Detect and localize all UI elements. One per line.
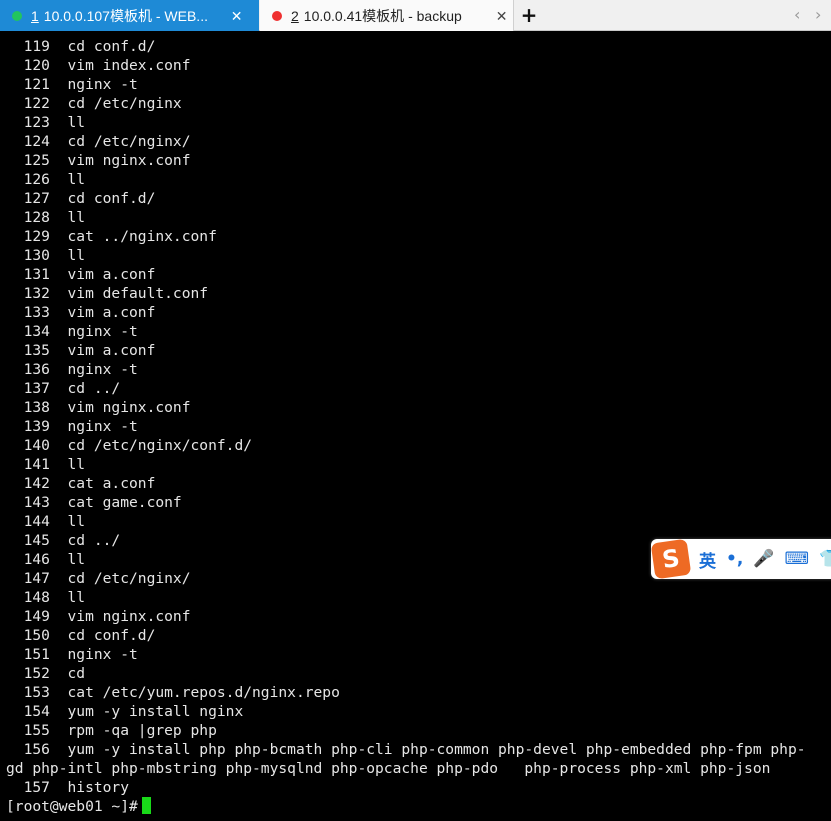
terminal-line: 125 vim nginx.conf [6,152,191,169]
terminal-line: 121 nginx -t [6,76,138,93]
terminal-line: 130 ll [6,247,86,264]
status-dot-icon [272,10,282,21]
terminal-line: 146 ll [6,551,86,568]
terminal-line: 147 cd /etc/nginx/ [6,570,191,587]
punctuation-icon[interactable]: •, [726,549,743,569]
terminal-line: 122 cd /etc/nginx [6,95,182,112]
terminal-line: 129 cat ../nginx.conf [6,228,217,245]
close-icon[interactable]: ✕ [231,9,243,23]
tab-title: 10.0.0.107模板机 - WEB... [43,7,208,24]
terminal-line: 150 cd conf.d/ [6,627,156,644]
terminal-line: 132 vim default.conf [6,285,209,302]
terminal-line: 120 vim index.conf [6,57,191,74]
text-cursor [141,797,151,814]
terminal-line: 138 vim nginx.conf [6,399,191,416]
ime-toolbar[interactable]: S 英 •, 🎤 ⌨ 👕 [650,538,831,580]
terminal-line: 135 vim a.conf [6,342,156,359]
sogou-logo-icon[interactable]: S [650,538,692,580]
terminal-line: 133 vim a.conf [6,304,156,321]
terminal-output[interactable]: 119 cd conf.d/ 120 vim index.conf 121 ng… [0,31,831,821]
close-icon[interactable]: ✕ [496,9,508,23]
tab-index: 2 [291,7,299,24]
status-dot-icon [12,10,22,21]
terminal-line: 128 ll [6,209,86,226]
terminal-line: 127 cd conf.d/ [6,190,156,207]
terminal-line: 155 rpm -qa |grep php [6,722,217,739]
microphone-icon[interactable]: 🎤 [753,549,774,569]
tab-session-1[interactable]: 1 10.0.0.107模板机 - WEB... ✕ [0,0,259,31]
terminal-line: gd php-intl php-mbstring php-mysqlnd php… [6,760,771,777]
terminal-line: 153 cat /etc/yum.repos.d/nginx.repo [6,684,340,701]
terminal-line: 141 ll [6,456,86,473]
terminal-line: 148 ll [6,589,86,606]
terminal-line: 145 cd ../ [6,532,121,549]
terminal-line: 152 cd [6,665,86,682]
chevron-left-icon[interactable]: ‹ [794,5,800,24]
tab-session-2[interactable]: 2 10.0.0.41模板机 - backup ✕ [260,0,514,31]
terminal-line: 137 cd ../ [6,380,121,397]
terminal-line: 139 nginx -t [6,418,138,435]
terminal-line: 124 cd /etc/nginx/ [6,133,191,150]
terminal-line: 151 nginx -t [6,646,138,663]
terminal-line: 126 ll [6,171,86,188]
new-tab-button[interactable]: + [519,3,539,27]
terminal-prompt-line[interactable]: [root@web01 ~]# [6,797,151,816]
keyboard-icon[interactable]: ⌨ [785,549,810,569]
terminal-line: 144 ll [6,513,86,530]
terminal-line: 134 nginx -t [6,323,138,340]
tab-bar: 1 10.0.0.107模板机 - WEB... ✕ 2 10.0.0.41模板… [0,0,831,31]
tab-index: 1 [31,7,39,24]
shell-prompt: [root@web01 ~]# [6,798,138,815]
terminal-line: 154 yum -y install nginx [6,703,244,720]
terminal-line: 142 cat a.conf [6,475,156,492]
terminal-line: 119 cd conf.d/ [6,38,156,55]
terminal-line: 123 ll [6,114,86,131]
terminal-line: 156 yum -y install php php-bcmath php-cl… [6,741,806,758]
language-toggle[interactable]: 英 [699,547,716,572]
terminal-line: 149 vim nginx.conf [6,608,191,625]
chevron-right-icon[interactable]: › [815,5,821,24]
skin-icon[interactable]: 👕 [819,549,831,569]
terminal-line: 143 cat game.conf [6,494,182,511]
terminal-line: 131 vim a.conf [6,266,156,283]
terminal-line: 140 cd /etc/nginx/conf.d/ [6,437,253,454]
tab-title: 10.0.0.41模板机 - backup [303,7,462,24]
terminal-line: 136 nginx -t [6,361,138,378]
terminal-line: 157 history [6,779,130,796]
